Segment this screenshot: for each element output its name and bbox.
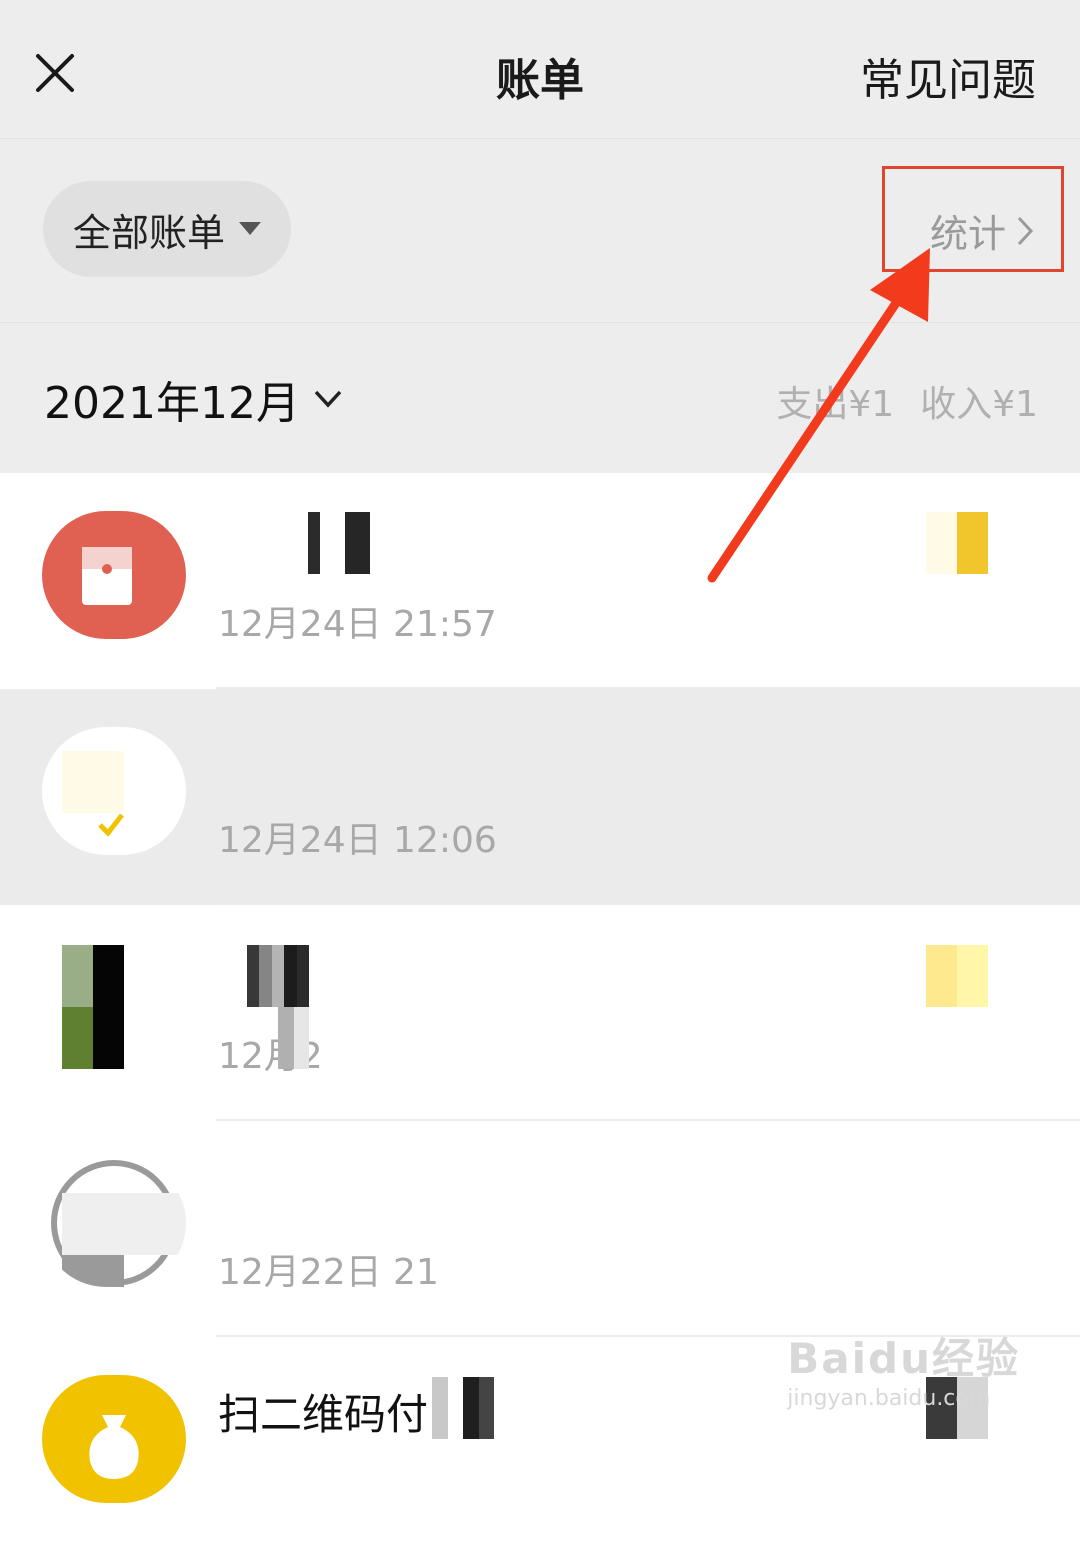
bill-time: 12月22日 21: [218, 1252, 439, 1293]
redacted-amount: [926, 945, 988, 1007]
wallet-icon: [42, 727, 186, 855]
filter-bar: 全部账单 统计: [0, 139, 1080, 324]
bill-title: 扫二维码付: [218, 1390, 429, 1439]
bill-time: 12月24日 12:06: [218, 820, 497, 861]
bill-list: 12月24日 21:57 12月24日 12:06 12月2 12月22日 21…: [0, 473, 1080, 1553]
caret-down-icon: [239, 222, 261, 235]
watermark-brand: Baidu经验: [787, 1334, 1020, 1383]
bill-filter-label: 全部账单: [72, 210, 225, 255]
chevron-down-icon: [314, 390, 342, 408]
month-label: 2021年12月: [44, 378, 300, 429]
moneybag-icon: [42, 1375, 186, 1503]
income-total: 收入¥1: [920, 384, 1038, 425]
red-packet-icon: [42, 511, 186, 639]
month-selector[interactable]: 2021年12月: [44, 367, 342, 431]
list-item[interactable]: 12月24日 12:06: [0, 689, 1080, 905]
bill-time: 12月24日 21:57: [218, 604, 497, 645]
redacted-amount: [926, 512, 988, 574]
baidu-watermark: Baidu经验 jingyan.baidu.com: [787, 1325, 1020, 1411]
watermark-url: jingyan.baidu.com: [787, 1386, 991, 1411]
redacted-title: [308, 512, 371, 574]
month-summary: 支出¥1 收入¥1: [776, 375, 1038, 427]
expense-total: 支出¥1: [776, 384, 895, 425]
merchant-avatar: [42, 1159, 186, 1287]
redacted-title: [247, 945, 310, 1069]
month-header: 2021年12月 支出¥1 收入¥1: [0, 323, 1080, 473]
faq-link[interactable]: 常见问题: [860, 44, 1036, 108]
list-item[interactable]: 12月2: [0, 905, 1080, 1121]
annotation-highlight-box: [882, 166, 1064, 272]
merchant-avatar: [62, 945, 124, 1069]
nav-bar: 账单 常见问题: [0, 0, 1080, 139]
redacted-title: [432, 1377, 494, 1439]
list-item[interactable]: 12月24日 21:57: [0, 473, 1080, 689]
list-item[interactable]: 12月22日 21: [0, 1121, 1080, 1337]
bill-filter-dropdown[interactable]: 全部账单: [43, 181, 291, 277]
